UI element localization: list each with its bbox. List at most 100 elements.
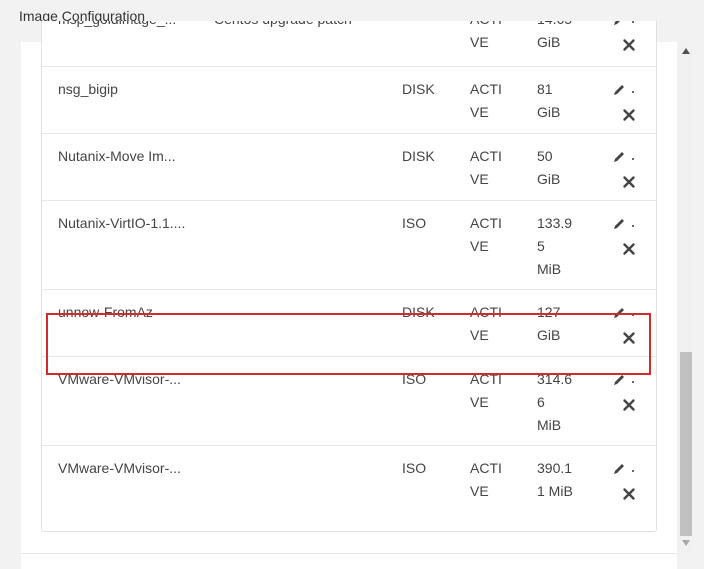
- delete-button[interactable]: [622, 38, 636, 52]
- image-type: ISO: [402, 371, 427, 387]
- edit-button[interactable]: [613, 306, 637, 320]
- edit-button[interactable]: [613, 150, 637, 164]
- pencil-icon: [614, 21, 634, 25]
- image-size-part: 127: [537, 304, 561, 320]
- image-type: DISK: [402, 304, 435, 320]
- delete-button[interactable]: [622, 108, 636, 122]
- image-name: msp_goldimage_...: [58, 21, 176, 31]
- pencil-icon: [614, 152, 634, 162]
- image-state: ACTI VE: [470, 21, 510, 54]
- image-state: ACTI VE: [470, 457, 510, 503]
- table-row[interactable]: msp_goldimage_... Centos upgrade patch ACT…: [42, 21, 656, 67]
- image-state-part: VE: [470, 171, 489, 187]
- image-size: 50 GiB: [537, 145, 581, 191]
- scroll-down-button[interactable]: [679, 536, 693, 550]
- image-state-part: VE: [470, 104, 489, 120]
- pencil-icon: [614, 308, 634, 318]
- image-name: nsg_bigip: [58, 81, 118, 97]
- image-name: Nutanix-Move Im...: [58, 148, 176, 164]
- close-icon: [623, 488, 635, 500]
- table-row[interactable]: nsg_bigip DISK ACTI VE 81 GiB: [42, 67, 656, 134]
- image-state: ACTI VE: [470, 301, 510, 347]
- close-icon: [623, 109, 635, 121]
- image-state-part: ACTI: [470, 81, 502, 97]
- edit-button[interactable]: [613, 373, 637, 387]
- image-size-part: GiB: [537, 171, 561, 187]
- image-size-part: 1 MiB: [537, 483, 573, 499]
- pencil-icon: [614, 85, 634, 95]
- table-row[interactable]: Nutanix-Move Im... DISK ACTI VE 50 GiB: [42, 134, 656, 201]
- image-type: DISK: [402, 81, 435, 97]
- image-state: ACTI VE: [470, 78, 510, 124]
- pencil-icon: [614, 375, 634, 385]
- image-state-part: VE: [470, 483, 489, 499]
- delete-button[interactable]: [622, 487, 636, 501]
- image-type: ISO: [402, 215, 427, 231]
- image-annotation: Centos upgrade patch: [214, 21, 352, 31]
- table-row[interactable]: unnow-FromAz DISK ACTI VE 127 GiB: [42, 290, 656, 357]
- close-icon: [623, 176, 635, 188]
- image-type: ISO: [402, 460, 427, 476]
- image-state-part: ACTI: [470, 460, 502, 476]
- close-icon: [623, 39, 635, 51]
- chevron-down-icon: [682, 540, 690, 546]
- image-size: 314.6 6 MiB: [537, 368, 581, 437]
- image-size-part: MiB: [537, 261, 562, 277]
- image-state-part: ACTI: [470, 21, 510, 31]
- panel-footer: [21, 554, 677, 569]
- edit-button[interactable]: [613, 83, 637, 97]
- image-size: 81 GiB: [537, 78, 581, 124]
- pencil-icon: [614, 464, 634, 474]
- image-size-part: 14.65: [537, 21, 581, 31]
- image-size-part: 50: [537, 148, 553, 164]
- table-row[interactable]: VMware-VMvisor-... ISO ACTI VE 390.1 1 MiB: [42, 446, 656, 513]
- delete-button[interactable]: [622, 398, 636, 412]
- image-size-part: GiB: [537, 34, 561, 50]
- image-name: VMware-VMvisor-...: [58, 371, 181, 387]
- image-state-part: VE: [470, 327, 489, 343]
- image-size-part: 314.6: [537, 371, 573, 387]
- table-row[interactable]: VMware-VMvisor-... ISO ACTI VE 314.6 6 MiB: [42, 357, 656, 446]
- close-icon: [623, 243, 635, 255]
- image-state: ACTI VE: [470, 145, 510, 191]
- close-icon: [623, 399, 635, 411]
- image-size: 133.9 5 MiB: [537, 212, 581, 281]
- delete-button[interactable]: [622, 331, 636, 345]
- image-state-part: VE: [470, 34, 489, 50]
- edit-button[interactable]: [613, 462, 637, 476]
- image-list: msp_goldimage_... Centos upgrade patch ACT…: [41, 21, 657, 532]
- image-state-part: ACTI: [470, 304, 502, 320]
- delete-button[interactable]: [622, 242, 636, 256]
- image-size-part: 390.1: [537, 460, 573, 476]
- scroll-up-button[interactable]: [679, 44, 693, 58]
- image-name: unnow-FromAz: [58, 304, 153, 320]
- image-state: ACTI VE: [470, 368, 510, 414]
- table-row[interactable]: Nutanix-VirtIO-1.1.... ISO ACTI VE 133.9 5 MiB: [42, 201, 656, 290]
- image-state-part: ACTI: [470, 371, 502, 387]
- delete-button[interactable]: [622, 175, 636, 189]
- image-size: 390.1 1 MiB: [537, 457, 581, 503]
- image-size-part: GiB: [537, 104, 561, 120]
- image-state-part: VE: [470, 394, 489, 410]
- image-size-part: 6: [537, 394, 545, 410]
- image-name: VMware-VMvisor-...: [58, 460, 181, 476]
- chevron-up-icon: [682, 48, 690, 54]
- image-size: 127 GiB: [537, 301, 581, 347]
- image-state-part: ACTI: [470, 215, 502, 231]
- image-type: DISK: [402, 148, 435, 164]
- image-name: Nutanix-VirtIO-1.1....: [58, 215, 186, 231]
- edit-button[interactable]: [613, 217, 637, 231]
- image-size-part: GiB: [537, 327, 561, 343]
- image-size-part: MiB: [537, 417, 562, 433]
- image-size-part: 133.9: [537, 215, 573, 231]
- scrollbar-thumb[interactable]: [680, 352, 692, 536]
- edit-button[interactable]: [613, 21, 637, 27]
- image-state: ACTI VE: [470, 212, 510, 258]
- image-size: 14.65 GiB: [537, 21, 581, 54]
- pencil-icon: [614, 219, 634, 229]
- image-size-part: 5: [537, 238, 545, 254]
- image-state-part: VE: [470, 238, 489, 254]
- close-icon: [623, 332, 635, 344]
- image-state-part: ACTI: [470, 148, 502, 164]
- image-size-part: 81: [537, 81, 553, 97]
